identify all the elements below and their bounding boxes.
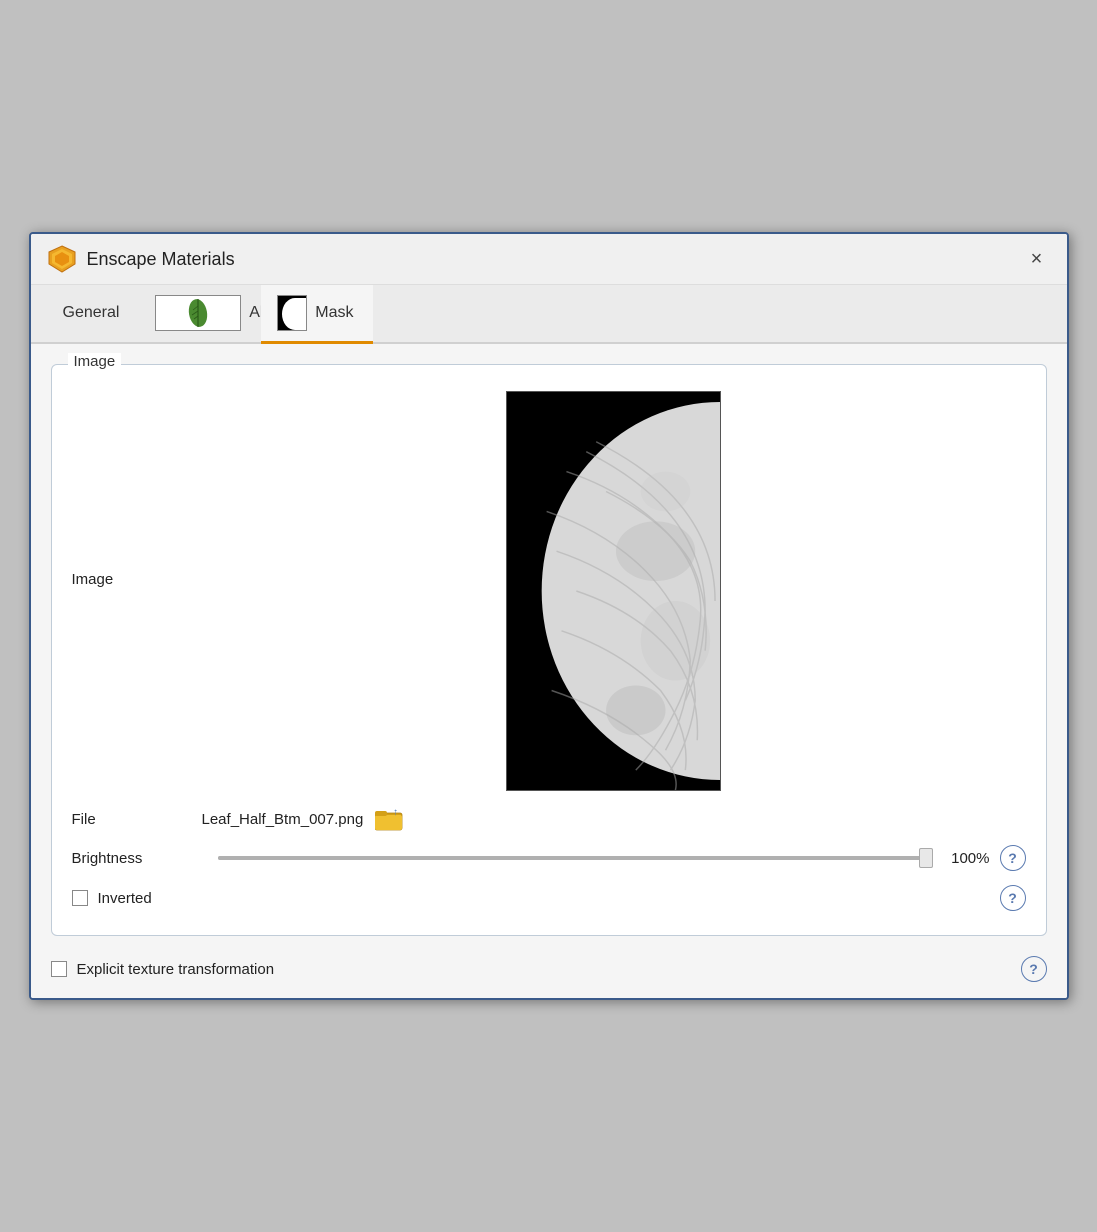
folder-icon: ↑	[375, 807, 403, 831]
title-bar-left: Enscape Materials	[47, 244, 235, 274]
albedo-thumbnail	[155, 295, 241, 331]
mask-thumb-inner	[278, 296, 306, 330]
tab-mask-label: Mask	[315, 304, 353, 322]
tab-general-label: General	[63, 304, 120, 322]
brightness-slider-fill	[218, 856, 926, 860]
brightness-row: Brightness 100% ?	[72, 845, 1026, 871]
inverted-row: Inverted ?	[72, 885, 1026, 911]
tab-albedo[interactable]: Albedo	[139, 285, 261, 344]
inverted-label: Inverted	[98, 890, 152, 907]
inverted-checkbox-area: Inverted	[72, 890, 1000, 907]
inverted-checkbox[interactable]	[72, 890, 88, 906]
file-name: Leaf_Half_Btm_007.png	[202, 811, 364, 828]
brightness-slider-container	[218, 848, 926, 868]
close-button[interactable]: ×	[1023, 245, 1051, 273]
mask-image-svg	[507, 392, 720, 790]
brightness-slider-track	[218, 856, 926, 860]
window-title: Enscape Materials	[87, 249, 235, 270]
image-label: Image	[72, 571, 202, 588]
explicit-texture-area: Explicit texture transformation	[51, 961, 1021, 978]
bottom-row: Explicit texture transformation ?	[51, 952, 1047, 982]
tab-mask[interactable]: Mask	[261, 285, 373, 344]
explicit-texture-checkbox[interactable]	[51, 961, 67, 977]
open-file-button[interactable]: ↑	[375, 807, 403, 831]
mask-thumbnail	[277, 295, 307, 331]
brightness-help-button[interactable]: ?	[1000, 845, 1026, 871]
title-bar: Enscape Materials ×	[31, 234, 1067, 285]
explicit-texture-help-button[interactable]: ?	[1021, 956, 1047, 982]
svg-text:↑: ↑	[393, 807, 398, 818]
app-icon	[47, 244, 77, 274]
brightness-value: 100%	[942, 850, 990, 867]
inverted-help-button[interactable]: ?	[1000, 885, 1026, 911]
group-label: Image	[68, 353, 122, 370]
image-preview	[506, 391, 721, 791]
tab-general[interactable]: General	[47, 285, 140, 344]
explicit-texture-label: Explicit texture transformation	[77, 961, 275, 978]
main-content: Image Image	[31, 344, 1067, 998]
file-row: File Leaf_Half_Btm_007.png ↑	[72, 807, 1026, 831]
tab-bar: General Albedo Mask	[31, 285, 1067, 344]
main-window: Enscape Materials × General Albedo	[29, 232, 1069, 1000]
brightness-label: Brightness	[72, 850, 202, 867]
file-label: File	[72, 811, 202, 828]
brightness-slider-thumb[interactable]	[919, 848, 933, 868]
leaf-icon	[185, 296, 211, 330]
image-group-box: Image Image	[51, 364, 1047, 936]
